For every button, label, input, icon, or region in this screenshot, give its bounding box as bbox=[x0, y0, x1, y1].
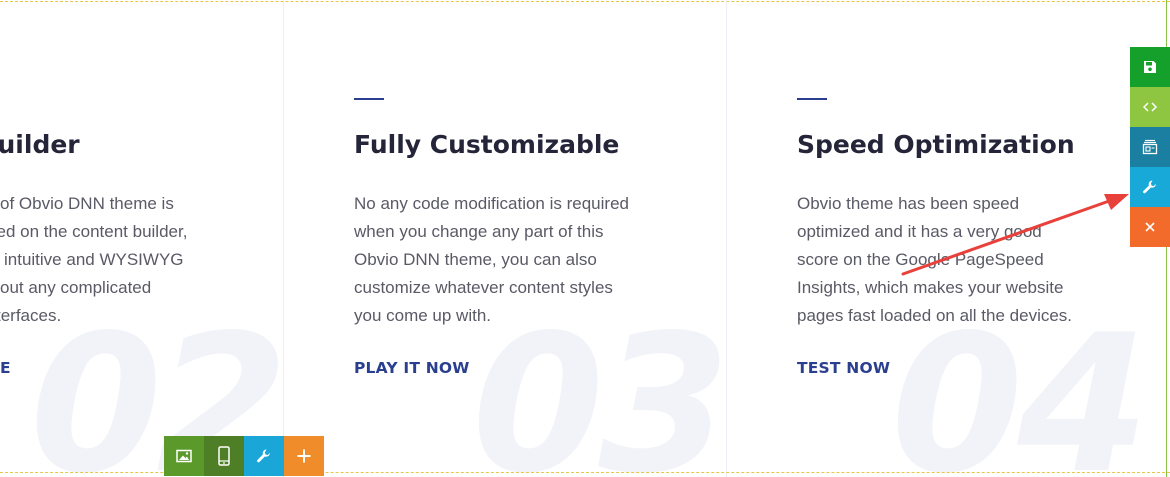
image-icon bbox=[176, 449, 192, 463]
close-icon bbox=[1145, 222, 1155, 232]
layout-icon bbox=[1142, 139, 1158, 155]
test-now-link[interactable]: TEST NOW bbox=[797, 359, 890, 377]
card-description: of Obvio DNN theme is sed on the content… bbox=[0, 190, 240, 330]
save-button[interactable] bbox=[1130, 47, 1170, 87]
card-description-line: when you change any part of this bbox=[354, 222, 604, 241]
accent-line bbox=[354, 98, 384, 100]
add-row-button[interactable] bbox=[284, 436, 324, 476]
row-toolbar bbox=[164, 436, 324, 476]
editor-side-toolbar bbox=[1130, 47, 1170, 247]
card-description-line: intuitive and WYSIWYG bbox=[4, 250, 184, 269]
row-background-button[interactable] bbox=[164, 436, 204, 476]
feature-card: 02 nt Builder of Obvio DNN theme is sed … bbox=[0, 0, 320, 477]
feature-card: 03 Fully Customizable No any code modifi… bbox=[354, 0, 734, 477]
card-description-line: sed on the content builder, bbox=[0, 222, 188, 241]
card-description-line: Obvio DNN theme, you can also bbox=[354, 250, 597, 269]
card-description-line: you come up with. bbox=[354, 306, 492, 325]
card-description-line: No any code modification is required bbox=[354, 194, 629, 213]
card-description-line: of Obvio DNN theme is bbox=[0, 194, 174, 213]
feature-card: 04 Speed Optimization Obvio theme has be… bbox=[797, 0, 1170, 477]
card-description-line: out any complicated bbox=[0, 278, 152, 297]
mobile-icon bbox=[218, 446, 230, 466]
page: 02 nt Builder of Obvio DNN theme is sed … bbox=[0, 0, 1170, 477]
layout-button[interactable] bbox=[1130, 127, 1170, 167]
wrench-icon bbox=[1143, 180, 1156, 194]
code-view-button[interactable] bbox=[1130, 87, 1170, 127]
card-description: No any code modification is required whe… bbox=[354, 190, 674, 330]
card-title: Fully Customizable bbox=[354, 130, 620, 159]
save-icon bbox=[1144, 61, 1156, 73]
card-number: 03 bbox=[472, 294, 730, 477]
card-title: Speed Optimization bbox=[797, 130, 1075, 159]
card-description-line: optimized and it has a very good bbox=[797, 222, 1042, 241]
card-number: 04 bbox=[891, 294, 1149, 477]
card-description-line: Obvio theme has been speed bbox=[797, 194, 1020, 213]
card-description: Obvio theme has been speed optimized and… bbox=[797, 190, 1117, 330]
plus-icon bbox=[297, 449, 311, 463]
code-icon bbox=[1142, 102, 1158, 112]
card-description-line: Insights, which makes your website bbox=[797, 278, 1064, 297]
card-title: nt Builder bbox=[0, 130, 80, 159]
close-button[interactable] bbox=[1130, 207, 1170, 247]
card-link[interactable]: E bbox=[0, 359, 11, 377]
wrench-icon bbox=[257, 449, 270, 463]
card-description-line: terfaces. bbox=[0, 306, 62, 325]
card-description-line: pages fast loaded on all the devices. bbox=[797, 306, 1073, 325]
accent-line bbox=[797, 98, 827, 100]
play-it-now-link[interactable]: PLAY IT NOW bbox=[354, 359, 470, 377]
row-settings-button[interactable] bbox=[244, 436, 284, 476]
settings-button[interactable] bbox=[1130, 167, 1170, 207]
responsive-button[interactable] bbox=[204, 436, 244, 476]
card-description-line: customize whatever content styles bbox=[354, 278, 613, 297]
card-description-line: score on the Google PageSpeed bbox=[797, 250, 1044, 269]
